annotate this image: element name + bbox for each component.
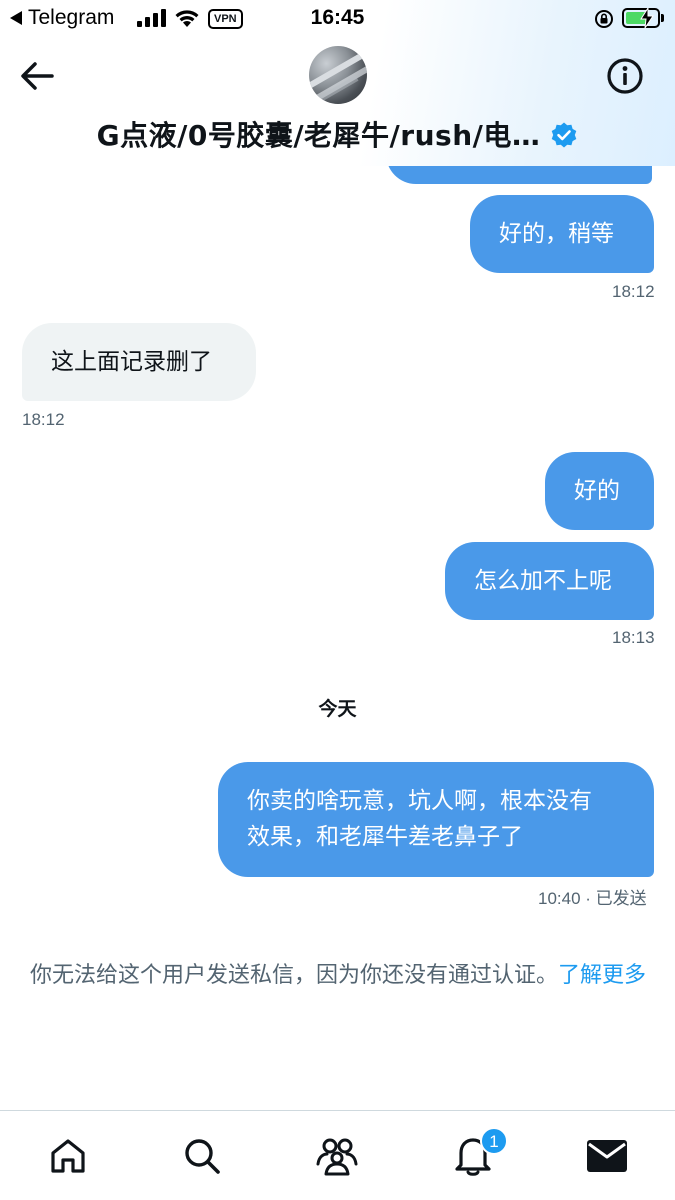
nav-search[interactable] — [177, 1131, 227, 1181]
message-text: 这上面记录删了 — [51, 349, 212, 375]
date-separator: 今天 — [318, 698, 357, 720]
search-icon — [185, 1139, 220, 1174]
chat-header: G点液/0号胶囊/老犀牛/rush/电… — [0, 114, 675, 154]
avatar[interactable] — [309, 46, 367, 104]
message-bubble-outgoing[interactable]: 怎么加不上呢 — [445, 542, 654, 620]
message-bubble-outgoing[interactable]: 好的 — [545, 452, 654, 530]
bottom-navigation: 1 — [0, 1110, 675, 1200]
arrow-left-icon — [21, 62, 54, 90]
back-button[interactable] — [18, 56, 58, 96]
charging-bolt-icon — [640, 8, 654, 28]
status-time: 16:45 — [310, 6, 365, 29]
message-bubble-incoming[interactable]: 这上面记录删了 — [22, 323, 256, 401]
info-icon — [607, 58, 643, 94]
dm-restriction-notice: 你无法给这个用户发送私信，因为你还没有通过认证。了解更多 — [20, 958, 656, 994]
notice-text: 你无法给这个用户发送私信，因为你还没有通过认证。 — [29, 963, 558, 988]
learn-more-link[interactable]: 了解更多 — [558, 963, 646, 988]
message-text: 好的 — [574, 478, 620, 504]
message-text-line: 效果，和老犀牛差老鼻子了 — [247, 824, 523, 850]
message-bubble-outgoing[interactable]: 你卖的啥玩意，坑人啊，根本没有 效果，和老犀牛差老鼻子了 — [218, 762, 654, 877]
battery-tip — [661, 14, 664, 22]
message-text: 好的，稍等 — [499, 221, 614, 247]
rotation-lock-icon — [595, 10, 613, 28]
message-timestamp: 18:13 — [612, 628, 655, 647]
nav-home[interactable] — [43, 1131, 93, 1181]
home-icon — [51, 1139, 85, 1173]
message-bubble-outgoing[interactable]: 好的，稍等 — [470, 195, 654, 273]
message-timestamp: 18:12 — [612, 282, 655, 301]
message-timestamp: 18:12 — [22, 410, 65, 429]
message-text-line: 你卖的啥玩意，坑人啊，根本没有 — [247, 788, 592, 814]
status-bar: Telegram VPN 16:45 — [0, 0, 675, 38]
info-button[interactable] — [605, 56, 645, 96]
message-timestamp-status: 10:40 · 已发送 — [538, 889, 647, 908]
envelope-icon — [587, 1140, 627, 1172]
message-text: 怎么加不上呢 — [474, 568, 612, 594]
chat-title: G点液/0号胶囊/老犀牛/rush/电… — [96, 119, 541, 152]
communities-icon — [316, 1138, 358, 1176]
nav-messages[interactable] — [582, 1131, 632, 1181]
nav-communities[interactable] — [312, 1131, 362, 1181]
verified-badge-icon — [552, 122, 577, 148]
notification-count-badge: 1 — [480, 1127, 508, 1155]
